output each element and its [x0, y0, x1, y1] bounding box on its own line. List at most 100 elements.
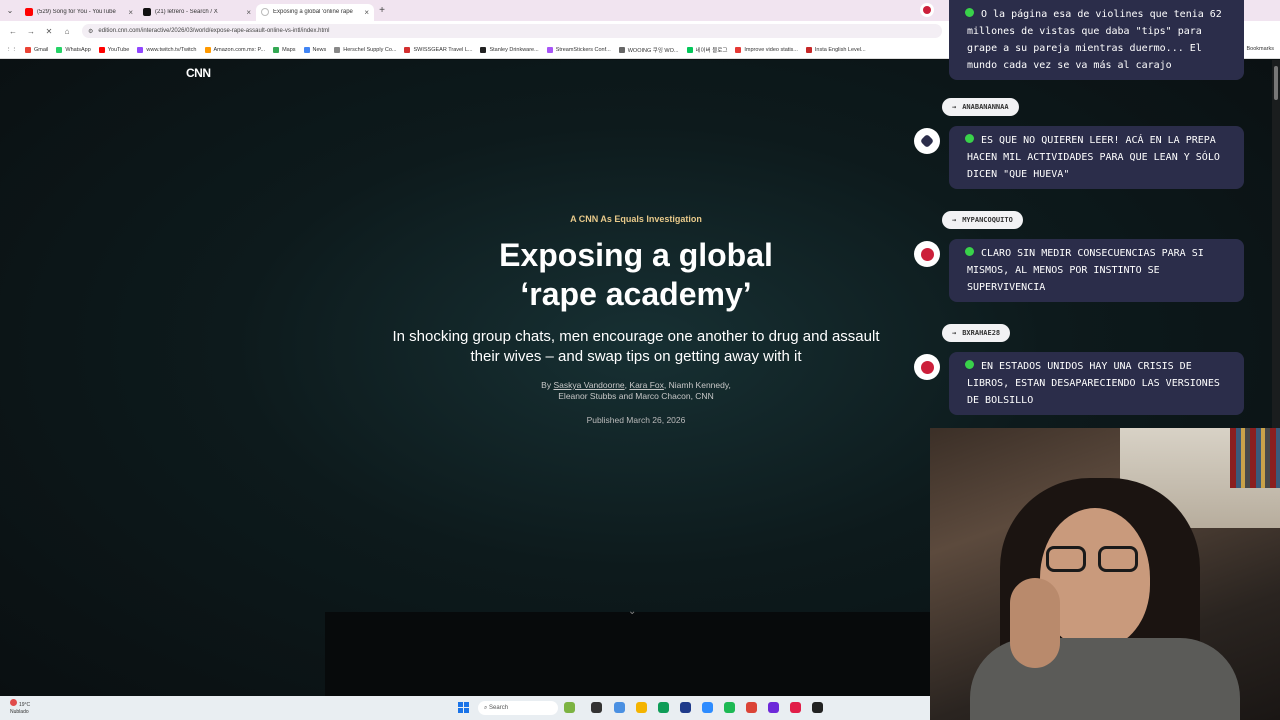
status-dot-icon [965, 134, 974, 143]
webcam-feed [930, 428, 1280, 720]
author-link[interactable]: Kara Fox [629, 380, 664, 390]
headline-line: ‘rape academy’ [520, 276, 752, 312]
bookmark-label: WhatsApp [65, 46, 91, 53]
tab-youtube[interactable]: (529) Song for You - YouTube × [20, 4, 138, 21]
bookmark-label: News [312, 46, 327, 53]
youtube-icon [25, 8, 33, 16]
chat-username-text: MYPANCOQUITO [962, 216, 1013, 224]
weather-widget[interactable]: 19°C Nublado [10, 699, 30, 716]
new-tab-button[interactable]: + [374, 5, 390, 16]
url-text: edition.cnn.com/interactive/2026/03/worl… [98, 28, 330, 34]
cnn-logo[interactable]: CNN [186, 66, 211, 80]
app-icon[interactable] [790, 702, 801, 713]
publish-date: Published March 26, 2026 [586, 415, 686, 425]
bookmark-label: WOOING 쿠잉 WO... [627, 47, 679, 54]
chat-username: → ANABANANNAA [942, 98, 1019, 116]
headline-line: Exposing a global [499, 237, 773, 273]
weather-icon [10, 699, 17, 706]
arrow-right-icon: → [952, 103, 957, 111]
bookmark-item[interactable]: SWISSGEAR Travel L... [404, 46, 472, 53]
weather-temp: 19°C [19, 702, 31, 708]
bookmark-label: Amazon.com.mx: P... [213, 46, 266, 53]
windows-start-icon[interactable] [458, 702, 469, 713]
webcam-hand [1010, 578, 1060, 668]
tab-x[interactable]: (21) letrero - Search / X × [138, 4, 256, 21]
swissgear-icon [404, 46, 411, 53]
widgets-icon[interactable] [564, 702, 575, 713]
article-dek: In shocking group chats, men encourage o… [392, 328, 880, 365]
bookmark-item[interactable]: News [303, 46, 327, 53]
taskbar-search[interactable]: ⌕ Search [478, 701, 558, 715]
arrow-right-icon: → [952, 329, 957, 337]
file-explorer-icon[interactable] [636, 702, 647, 713]
bookmark-label: Gmail [34, 46, 49, 53]
bookmark-item[interactable]: Insta English Level... [805, 46, 866, 53]
apps-icon[interactable]: ⋮⋮ [6, 47, 17, 53]
bookmark-item[interactable]: Maps [273, 46, 296, 53]
gmail-icon [25, 46, 31, 53]
bookmark-item[interactable]: 네이버 블로그 [686, 46, 727, 54]
webcam-glasses [1046, 546, 1086, 572]
close-icon[interactable]: × [246, 8, 251, 17]
bookmark-item[interactable]: YouTube [98, 46, 129, 53]
diamond-icon [919, 133, 935, 149]
scrollbar-thumb[interactable] [1274, 66, 1278, 100]
copilot-icon[interactable] [614, 702, 625, 713]
all-bookmarks[interactable]: Bookmarks [1246, 46, 1274, 52]
chat-username: → BXRAHAE28 [942, 324, 1011, 342]
chat-message-text: O la página esa de violines que tenia 62… [967, 9, 1222, 71]
spotify-icon[interactable] [724, 702, 735, 713]
address-bar[interactable]: ⚙ edition.cnn.com/interactive/2026/03/wo… [82, 24, 942, 38]
chat-username-text: ANABANANNAA [962, 103, 1009, 111]
avatar-icon [920, 360, 934, 374]
twitch-icon [137, 46, 144, 53]
task-view-icon[interactable] [591, 702, 602, 713]
bookmark-item[interactable]: www.twitch.tv/Twitch [137, 46, 197, 53]
x-icon [143, 8, 151, 16]
maps-icon [273, 46, 280, 53]
profile-avatar[interactable] [920, 3, 934, 17]
obs-icon[interactable] [812, 702, 823, 713]
back-icon[interactable]: ← [4, 27, 22, 36]
tab-menu-chevron-icon[interactable]: ⌄ [0, 0, 20, 21]
bookmark-item[interactable]: Stanley Drinkware... [480, 46, 539, 53]
stanley-icon [480, 46, 487, 53]
scroll-down-chevron-icon[interactable]: ⌄ [628, 606, 636, 617]
chat-message: CLARO SIN MEDIR CONSECUENCIAS PARA SI MI… [949, 239, 1244, 302]
discord-icon[interactable] [768, 702, 779, 713]
bookmark-item[interactable]: Herschel Supply Co... [334, 46, 397, 53]
forward-icon[interactable]: → [22, 27, 40, 36]
bookmark-label: StreamStickers Conf... [555, 46, 611, 53]
chat-message-text: ES QUE NO QUIEREN LEER! ACÁ EN LA PREPA … [967, 135, 1220, 180]
site-info-icon[interactable]: ⚙ [88, 28, 93, 35]
reload-icon[interactable]: ✕ [40, 27, 58, 36]
bookmark-item[interactable]: Improve video statis... [735, 46, 798, 53]
edge-icon[interactable] [658, 702, 669, 713]
home-icon[interactable]: ⌂ [58, 27, 76, 36]
chat-message: O la página esa de violines que tenia 62… [949, 0, 1244, 80]
bookmark-item[interactable]: StreamStickers Conf... [546, 46, 611, 53]
bookmark-label: Herschel Supply Co... [343, 46, 397, 53]
bookmark-item[interactable]: Amazon.com.mx: P... [204, 46, 266, 53]
byline-comma: , [624, 380, 628, 390]
arrow-right-icon: → [952, 216, 957, 224]
bookmark-label: Improve video statis... [744, 46, 798, 53]
chat-username-text: BXRAHAE28 [962, 329, 1001, 337]
chat-avatar [914, 241, 940, 267]
tab-cnn[interactable]: Exposing a global 'online rape × [256, 3, 374, 21]
zoom-icon[interactable] [702, 702, 713, 713]
bookmark-item[interactable]: WOOING 쿠잉 WO... [618, 46, 679, 54]
byline-prefix: By [541, 380, 552, 390]
chrome-icon[interactable] [746, 702, 757, 713]
article-byline: By Saskya Vandoorne, Kara Fox, Niamh Ken… [520, 380, 752, 402]
bookmark-item[interactable]: WhatsApp [56, 46, 91, 53]
chat-message: EN ESTADOS UNIDOS HAY UNA CRISIS DE LIBR… [949, 352, 1244, 415]
naver-icon [686, 46, 693, 53]
store-icon[interactable] [680, 702, 691, 713]
byline-rest: Eleanor Stubbs and Marco Chacon, CNN [558, 391, 714, 401]
close-icon[interactable]: × [128, 8, 133, 17]
bookmark-item[interactable]: Gmail [25, 46, 49, 53]
close-icon[interactable]: × [364, 8, 369, 17]
author-link[interactable]: Saskya Vandoorne [553, 380, 624, 390]
status-dot-icon [965, 360, 974, 369]
